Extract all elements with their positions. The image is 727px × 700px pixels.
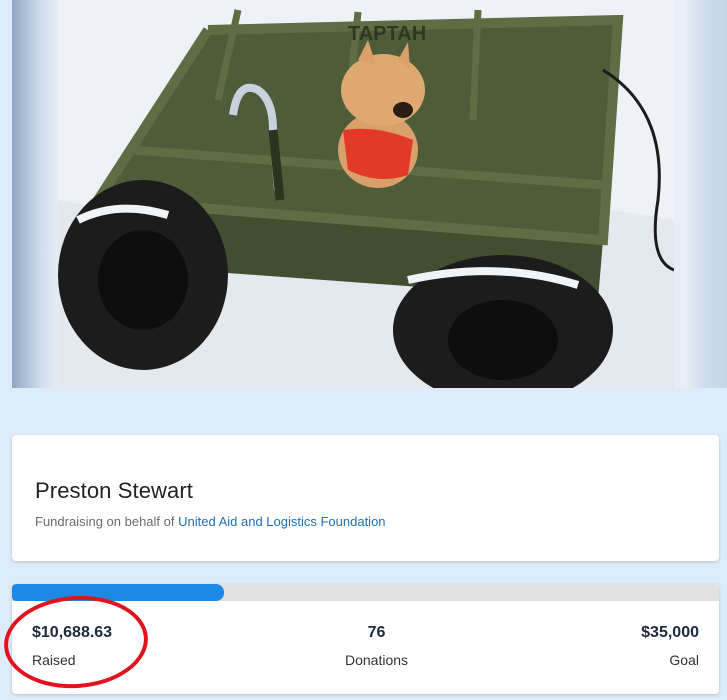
stat-donations: 76 Donations: [12, 624, 719, 668]
behalf-line: Fundraising on behalf of United Aid and …: [35, 514, 386, 529]
donations-label: Donations: [344, 652, 409, 668]
progress-bar: [12, 584, 719, 601]
donations-value: 76: [367, 624, 386, 641]
stats-card: $10,688.63 Raised 76 Donations $35,000 G…: [12, 584, 719, 694]
campaign-page: TAPTAH Preston Stewart Fundraising on be…: [0, 0, 727, 700]
stat-goal: $35,000 Goal: [641, 624, 699, 668]
svg-text:TAPTAH: TAPTAH: [348, 23, 426, 45]
goal-value: $35,000: [641, 624, 699, 641]
hero-photo: TAPTAH: [58, 0, 674, 388]
progress-fill: [12, 584, 225, 601]
organization-link[interactable]: United Aid and Logistics Foundation: [178, 514, 385, 529]
fundraiser-card: Preston Stewart Fundraising on behalf of…: [12, 435, 719, 561]
goal-label: Goal: [669, 652, 699, 668]
hero-image-area: TAPTAH: [12, 0, 727, 388]
behalf-prefix: Fundraising on behalf of: [35, 514, 175, 529]
fundraiser-name: Preston Stewart: [35, 478, 194, 503]
